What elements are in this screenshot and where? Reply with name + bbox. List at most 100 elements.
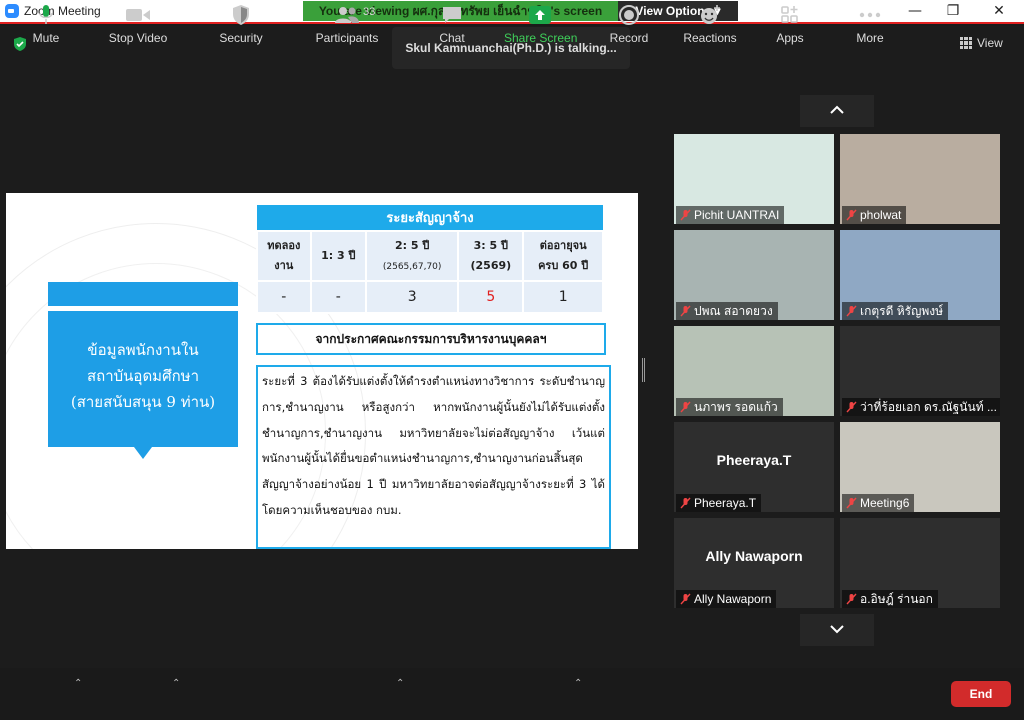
participants-count: 33 [363,6,376,18]
contract-table: ระยะสัญญาจ้าง ทดลอง งาน 1: 3 ปี 2: 5 ปี (2… [256,205,604,314]
record-icon [619,5,639,25]
share-screen-icon [529,6,551,24]
security-icon [233,5,249,25]
participant-tile[interactable]: นภาพร รอดแก้ว [674,326,834,416]
mute-label: Mute [32,31,60,45]
participant-name: นภาพร รอดแก้ว [676,398,783,416]
stop-video-label: Stop Video [108,31,168,45]
callout-line: (สายสนับสนุน 9 ท่าน) [70,393,216,411]
muted-mic-icon [680,209,691,221]
participant-name: Ally Nawaporn [676,590,777,608]
video-camera-icon [126,9,150,21]
meeting-toolbar [0,668,1024,720]
participant-tile[interactable]: Ally Nawaporn Ally Nawaporn [674,518,834,608]
more-button[interactable]: More [850,2,890,52]
zoom-logo-icon [5,4,19,18]
muted-mic-icon [846,593,857,605]
participant-name: ว่าที่ร้อยเอก ดร.ณัฐนันท์ ... [842,398,1000,416]
gallery-up-button[interactable] [800,95,874,127]
participant-name: Pheeraya.T [676,494,762,512]
reactions-button[interactable]: Reactions [680,2,740,52]
slide-body-text: ระยะที่ 3 ต้องได้รับแต่งตั้งให้ดำรงตำแหน… [256,365,611,549]
muted-mic-icon [680,497,691,509]
participants-button[interactable]: 33 Participants [312,2,382,52]
mute-button[interactable]: Mute [26,2,66,52]
share-options-caret-icon[interactable]: ⌃ [574,678,582,689]
close-button[interactable]: ✕ [984,2,1014,20]
participant-tile[interactable]: ปพณ สอาดยวง [674,230,834,320]
shared-screen: ข้อมูลพนักงานใน สถาบันอุดมศึกษา (สายสนับ… [6,193,638,549]
participant-name: Meeting6 [842,494,915,512]
reactions-icon [701,5,720,24]
security-button[interactable]: Security [216,2,266,52]
table-cell: - [256,280,312,314]
participant-tile[interactable]: Pichit UANTRAI [674,134,834,224]
muted-mic-icon [680,305,691,317]
participant-display-name: Pheeraya.T [716,452,792,468]
participant-tile[interactable]: Pheeraya.T Pheeraya.T [674,422,834,512]
maximize-button[interactable]: ❐ [938,2,968,20]
chat-icon [443,7,461,23]
view-button[interactable]: View [960,32,1003,54]
muted-mic-icon [846,401,857,413]
participant-tile[interactable]: pholwat [840,134,1000,224]
participants-icon [335,7,359,23]
participant-name: เกตุรดี หิรัญพงษ์ [842,302,948,320]
participant-name: ปพณ สอาดยวง [676,302,778,320]
participant-name: Pichit UANTRAI [676,206,785,224]
more-label: More [856,31,884,45]
muted-mic-icon [846,497,857,509]
callout-line: ข้อมูลพนักงานใน [87,341,199,359]
table-header: ต่ออายุจน ครบ 60 ปี [522,230,604,282]
table-header: 3: 5 ปี (2569) [457,230,525,282]
chat-label: Chat [439,31,465,45]
participants-options-caret-icon[interactable]: ⌃ [396,678,404,689]
participants-label: Participants [315,31,379,45]
more-dots-icon [859,12,881,18]
table-cell: 5 [457,280,525,314]
stop-video-button[interactable]: Stop Video [106,2,170,52]
grid-view-icon [960,37,972,49]
security-label: Security [219,31,263,45]
participant-tile[interactable]: อ.อิษฎ์ ร่านอก [840,518,1000,608]
minimize-button[interactable]: — [900,2,930,20]
participant-tile[interactable]: Meeting6 [840,422,1000,512]
chat-button[interactable]: Chat [432,2,472,52]
slide-callout: ข้อมูลพนักงานใน สถาบันอุดมศึกษา (สายสนับ… [48,311,238,459]
chevron-up-icon [830,105,844,114]
apps-label: Apps [776,31,804,45]
end-meeting-button[interactable]: End [951,681,1011,707]
participant-name: pholwat [842,206,907,224]
gallery-down-button[interactable] [800,614,874,646]
table-cell: 3 [364,280,460,314]
record-label: Record [609,31,649,45]
participant-name: อ.อิษฎ์ ร่านอก [842,590,938,608]
share-screen-label: Share Screen [504,31,578,45]
slide-accent-bar [48,282,238,306]
microphone-icon [39,5,53,24]
callout-line: สถาบันอุดมศึกษา [87,367,199,385]
table-cell: - [309,280,367,314]
participant-display-name: Ally Nawaporn [705,548,803,564]
panel-resize-handle[interactable] [642,358,645,382]
participant-tile[interactable]: ว่าที่ร้อยเอก ดร.ณัฐนันท์ ... [840,326,1000,416]
announcement-heading: จากประกาศคณะกรรมการบริหารงานบุคคลฯ [256,323,606,355]
view-label: View [977,36,1003,50]
apps-icon [781,6,798,23]
table-cell: 1 [522,280,604,314]
table-title: ระยะสัญญาจ้าง [257,205,603,231]
apps-button[interactable]: Apps [770,2,810,52]
muted-mic-icon [680,401,691,413]
record-button[interactable]: Record [606,2,652,52]
muted-mic-icon [680,593,691,605]
table-header: 2: 5 ปี (2565,67,70) [364,230,460,282]
video-options-caret-icon[interactable]: ⌃ [172,678,180,689]
chevron-down-icon [830,625,844,634]
participant-tile[interactable]: เกตุรดี หิรัญพงษ์ [840,230,1000,320]
table-header: 1: 3 ปี [309,230,367,282]
audio-options-caret-icon[interactable]: ⌃ [74,678,82,689]
muted-mic-icon [846,305,857,317]
table-header: ทดลอง งาน [256,230,312,282]
share-screen-button[interactable]: Share Screen [504,2,578,52]
muted-mic-icon [846,209,857,221]
